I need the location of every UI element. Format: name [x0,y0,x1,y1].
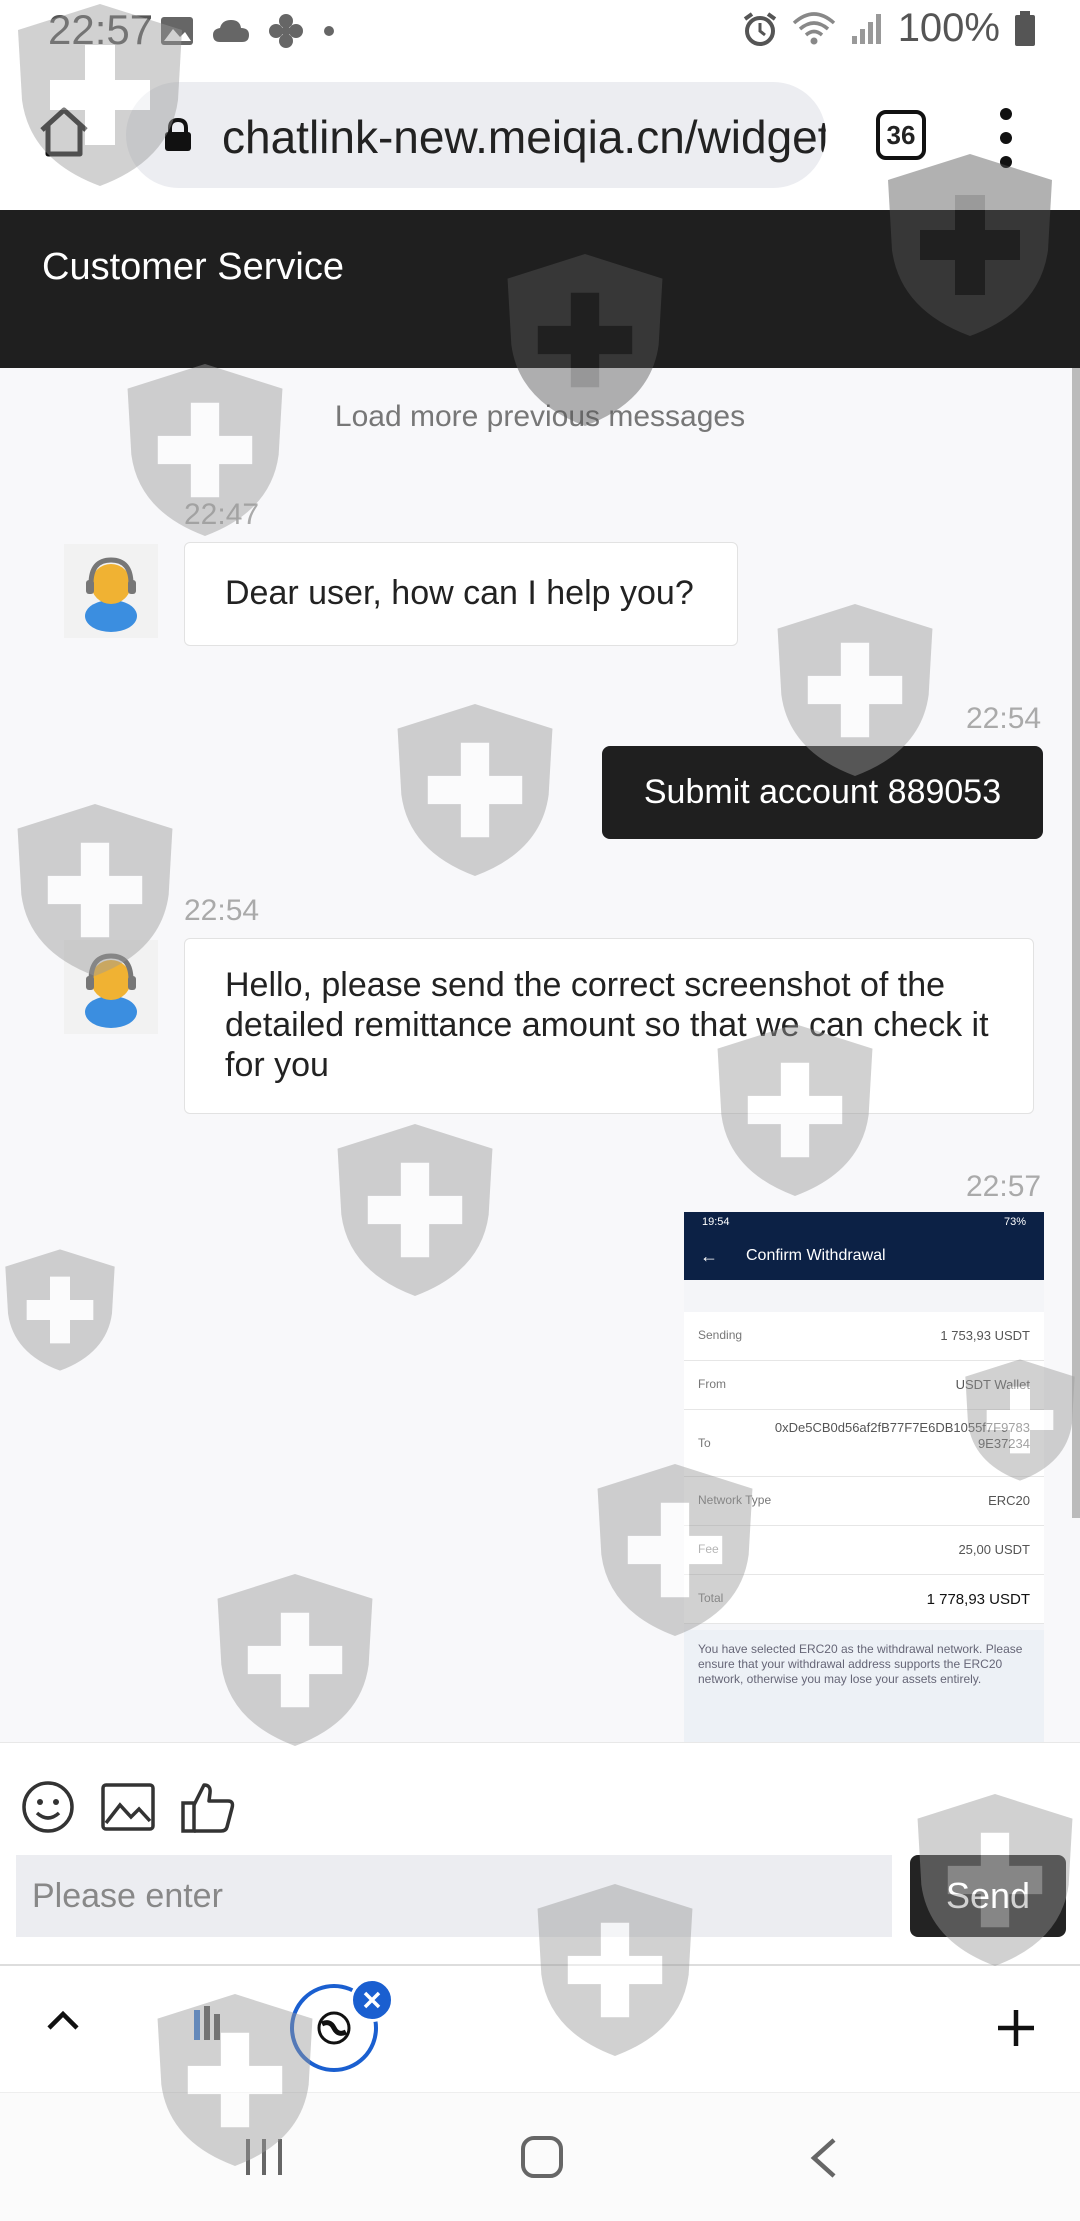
message-timestamp: 22:54 [184,894,260,927]
message-text: Dear user, how can I help you? [225,574,694,612]
thumb-row: Network Type ERC20 [684,1477,1044,1526]
agent-avatar-icon [85,953,137,1028]
image-icon [161,17,193,45]
chevron-up-icon[interactable] [46,2008,80,2032]
message-timestamp: 22:47 [184,498,260,531]
emoji-icon [22,1781,74,1833]
close-icon [363,1991,381,2009]
message-timestamp: 22:57 [966,1170,1042,1203]
tab-switcher-button[interactable]: 36 [876,110,926,160]
image-upload-button[interactable] [100,1779,156,1835]
image-icon [101,1783,155,1831]
thumb-title: Confirm Withdrawal [746,1247,886,1264]
lock-icon [165,118,191,151]
status-icons-right: 100% [742,6,1036,51]
thumb-row: Total 1 778,93 USDT [684,1575,1044,1624]
status-icons-left [160,8,336,54]
recent-apps-icon[interactable] [242,2137,286,2177]
home-icon [40,107,88,157]
browser-bottom-bar [0,1964,1080,2094]
browser-menu-button[interactable] [994,108,1018,168]
thumbs-up-button[interactable] [180,1779,236,1835]
url-text: chatlink-new.meiqia.cn/widget [222,111,826,163]
chat-title: Customer Service [42,246,344,288]
signal-icon [851,13,881,44]
scrollbar[interactable] [1072,368,1080,1518]
agent-message-bubble: Hello, please send the correct screensho… [184,938,1034,1114]
system-navigation-bar [0,2092,1080,2221]
app-icon [194,2006,220,2040]
message-timestamp: 22:54 [966,702,1042,735]
message-composer: Send [0,1742,1080,1965]
flower-icon [269,14,303,48]
agent-avatar-icon [85,557,137,632]
image-message[interactable]: 19:54 73% ← Confirm Withdrawal Sending 1 … [684,1212,1044,1742]
chat-header: Customer Service [0,210,1080,368]
thumbs-up-icon [181,1783,235,1833]
plus-icon[interactable] [996,2008,1036,2048]
tab-thumbnail-app[interactable] [180,1996,240,2056]
dot-icon [324,26,334,36]
address-bar[interactable]: chatlink-new.meiqia.cn/widget [126,82,826,188]
agent-avatar [64,940,158,1034]
message-text: Hello, please send the correct screensho… [225,966,989,1084]
thumb-row: Sending 1 753,93 USDT [684,1312,1044,1361]
thumb-note: You have selected ERC20 as the withdrawa… [684,1630,1044,1742]
cloud-icon [213,20,249,42]
thumb-status-time: 19:54 [702,1216,730,1228]
load-more-link[interactable]: Load more previous messages [0,400,1080,434]
user-message-bubble: Submit account 889053 [602,746,1043,839]
battery-icon [1015,10,1035,46]
home-button[interactable] [36,104,92,160]
thumb-status-battery: 73% [1003,1216,1026,1228]
thumb-row: Fee 25,00 USDT [684,1526,1044,1575]
emoji-button[interactable] [20,1779,76,1835]
alarm-icon [743,11,776,46]
battery-percent: 100% [897,6,1000,50]
thumb-row: From USDT Wallet [684,1361,1044,1410]
thumb-row: To 0xDe5CB0d56af2fB77F7E6DB1055f7F9783 9E… [684,1410,1044,1477]
thumb-note-text: You have selected ERC20 as the withdrawa… [698,1642,1023,1686]
status-time: 22:57 [48,6,154,53]
home-nav-icon[interactable] [520,2135,564,2179]
thumb-status-bar: 19:54 73% [684,1212,1044,1234]
agent-message-bubble: Dear user, how can I help you? [184,542,738,646]
status-bar: 22:57 100% [0,0,1080,62]
globe-icon [317,2011,351,2045]
back-nav-icon[interactable] [808,2137,838,2179]
close-tab-button[interactable] [350,1978,394,2022]
send-button[interactable]: Send [910,1855,1066,1937]
back-arrow-icon: ← [700,1246,718,1266]
wifi-icon [792,11,835,44]
message-input[interactable] [16,1855,892,1937]
agent-avatar [64,544,158,638]
thumb-title-bar: ← Confirm Withdrawal [684,1234,1044,1280]
chat-message-list[interactable]: Load more previous messages 22:47 Dear u… [0,368,1080,1742]
message-text: Submit account 889053 [643,773,1002,811]
